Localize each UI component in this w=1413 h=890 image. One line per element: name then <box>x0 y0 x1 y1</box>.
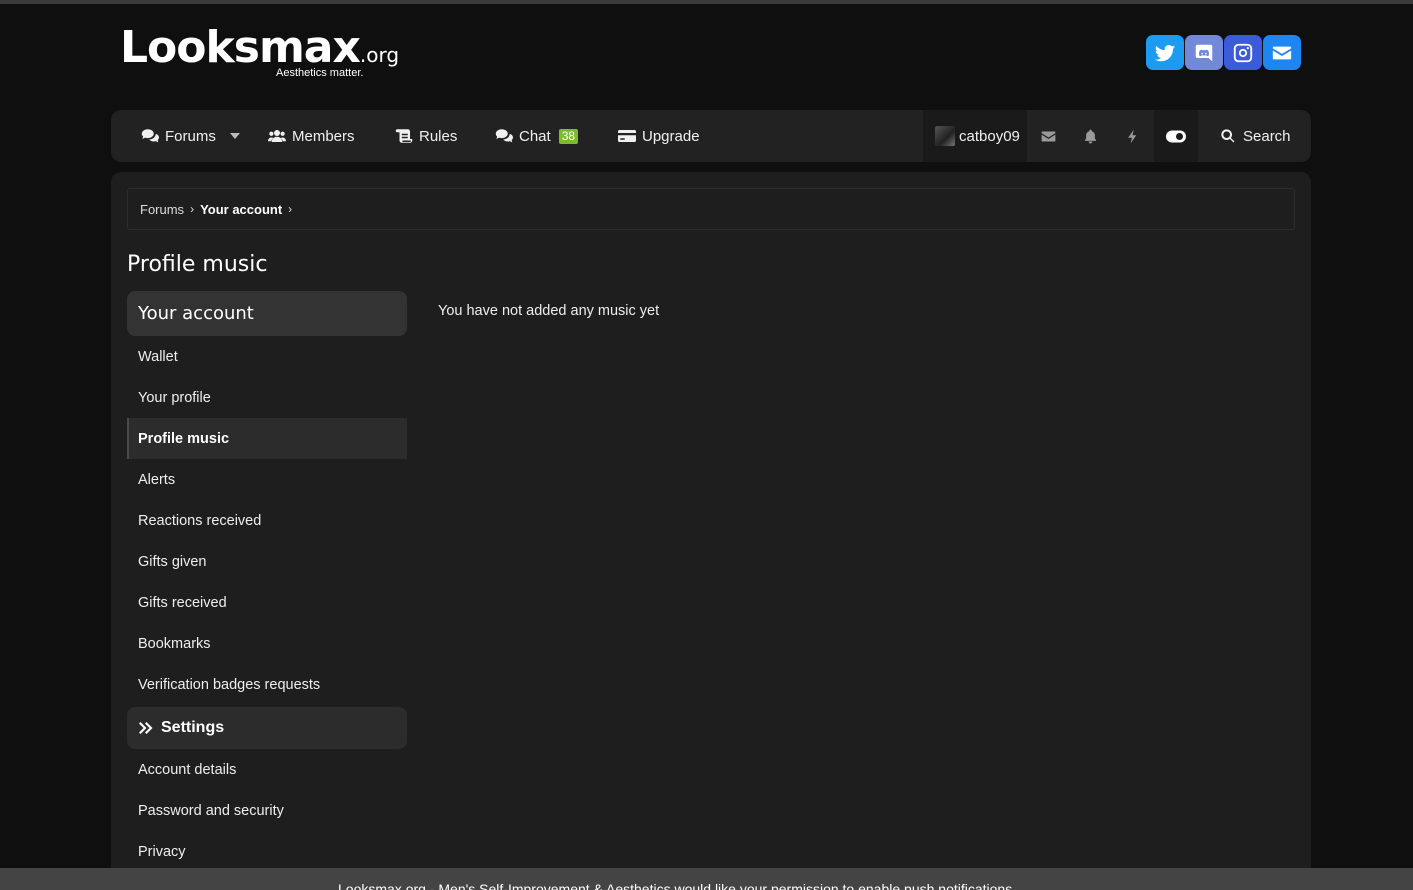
social-links <box>1146 35 1301 70</box>
push-notification-text: Looksmax.org - Men's Self-Improvement & … <box>338 881 1016 890</box>
users-icon <box>268 130 286 142</box>
envelope-icon <box>1272 46 1292 59</box>
top-border <box>0 0 1413 4</box>
sidebar-item-wallet[interactable]: Wallet <box>127 336 407 377</box>
sidebar-item-profile-music[interactable]: Profile music <box>127 418 407 459</box>
discord-button[interactable] <box>1185 35 1223 70</box>
chat-count-badge: 38 <box>558 128 579 144</box>
discord-icon <box>1195 44 1213 61</box>
content-panel: Forums › Your account › Profile music Yo… <box>111 172 1311 890</box>
theme-toggle[interactable] <box>1154 110 1198 162</box>
bell-icon <box>1084 129 1096 143</box>
breadcrumb: Forums › Your account › <box>127 188 1295 230</box>
chevron-right-icon: › <box>288 202 293 216</box>
instagram-button[interactable] <box>1224 35 1262 70</box>
site-logo[interactable]: Looksmax.org Aesthetics matter. <box>120 24 399 84</box>
instagram-icon <box>1233 43 1253 62</box>
sidebar-section-settings[interactable]: Settings <box>127 707 407 749</box>
search-button[interactable]: Search <box>1219 110 1291 162</box>
search-icon <box>1221 129 1235 143</box>
bolt-icon <box>1127 129 1136 143</box>
main-nav: Forums Members Rules Chat 38 Upgrade cat… <box>111 110 1311 162</box>
empty-music-message: You have not added any music yet <box>438 303 660 319</box>
sidebar-item-account-details[interactable]: Account details <box>127 749 407 790</box>
enable-push-link[interactable]: enable push notifications. <box>858 881 1016 890</box>
nav-forums[interactable]: Forums <box>141 110 240 162</box>
twitter-icon <box>1154 44 1176 61</box>
chevron-down-icon[interactable] <box>229 132 240 140</box>
sidebar-item-gifts-given[interactable]: Gifts given <box>127 541 407 582</box>
envelope-icon <box>1041 131 1055 141</box>
activity-button[interactable] <box>1111 110 1153 162</box>
twitter-button[interactable] <box>1146 35 1184 70</box>
chat-icon <box>495 129 513 143</box>
sidebar-item-bookmarks[interactable]: Bookmarks <box>127 623 407 664</box>
sidebar-item-alerts[interactable]: Alerts <box>127 459 407 500</box>
toggle-icon <box>1166 130 1186 142</box>
nav-rules[interactable]: Rules <box>395 110 457 162</box>
avatar <box>935 126 955 146</box>
chevron-right-icon: › <box>190 202 195 216</box>
scroll-icon <box>395 129 413 143</box>
push-notification-bar: Looksmax.org - Men's Self-Improvement & … <box>0 868 1413 890</box>
double-chevron-right-icon <box>139 722 153 734</box>
page-title: Profile music <box>127 252 268 277</box>
sidebar-section-your-account[interactable]: Your account <box>127 291 407 336</box>
nav-members[interactable]: Members <box>268 110 355 162</box>
sidebar-item-privacy[interactable]: Privacy <box>127 831 407 872</box>
inbox-button[interactable] <box>1027 110 1069 162</box>
user-menu[interactable]: catboy09 <box>923 110 1027 162</box>
sidebar-item-reactions-received[interactable]: Reactions received <box>127 500 407 541</box>
email-button[interactable] <box>1263 35 1301 70</box>
comments-icon <box>141 129 159 143</box>
alerts-button[interactable] <box>1069 110 1111 162</box>
sidebar-item-password-security[interactable]: Password and security <box>127 790 407 831</box>
breadcrumb-forums[interactable]: Forums <box>140 202 184 217</box>
username: catboy09 <box>959 127 1020 145</box>
nav-upgrade[interactable]: Upgrade <box>618 110 700 162</box>
sidebar-item-gifts-received[interactable]: Gifts received <box>127 582 407 623</box>
logo-tagline: Aesthetics matter. <box>276 67 364 79</box>
account-sidebar: Your account Wallet Your profile Profile… <box>127 291 407 872</box>
credit-card-icon <box>618 130 636 142</box>
sidebar-item-verification-badges[interactable]: Verification badges requests <box>127 664 407 705</box>
breadcrumb-your-account[interactable]: Your account <box>200 202 282 217</box>
sidebar-item-your-profile[interactable]: Your profile <box>127 377 407 418</box>
nav-chat[interactable]: Chat 38 <box>495 110 579 162</box>
